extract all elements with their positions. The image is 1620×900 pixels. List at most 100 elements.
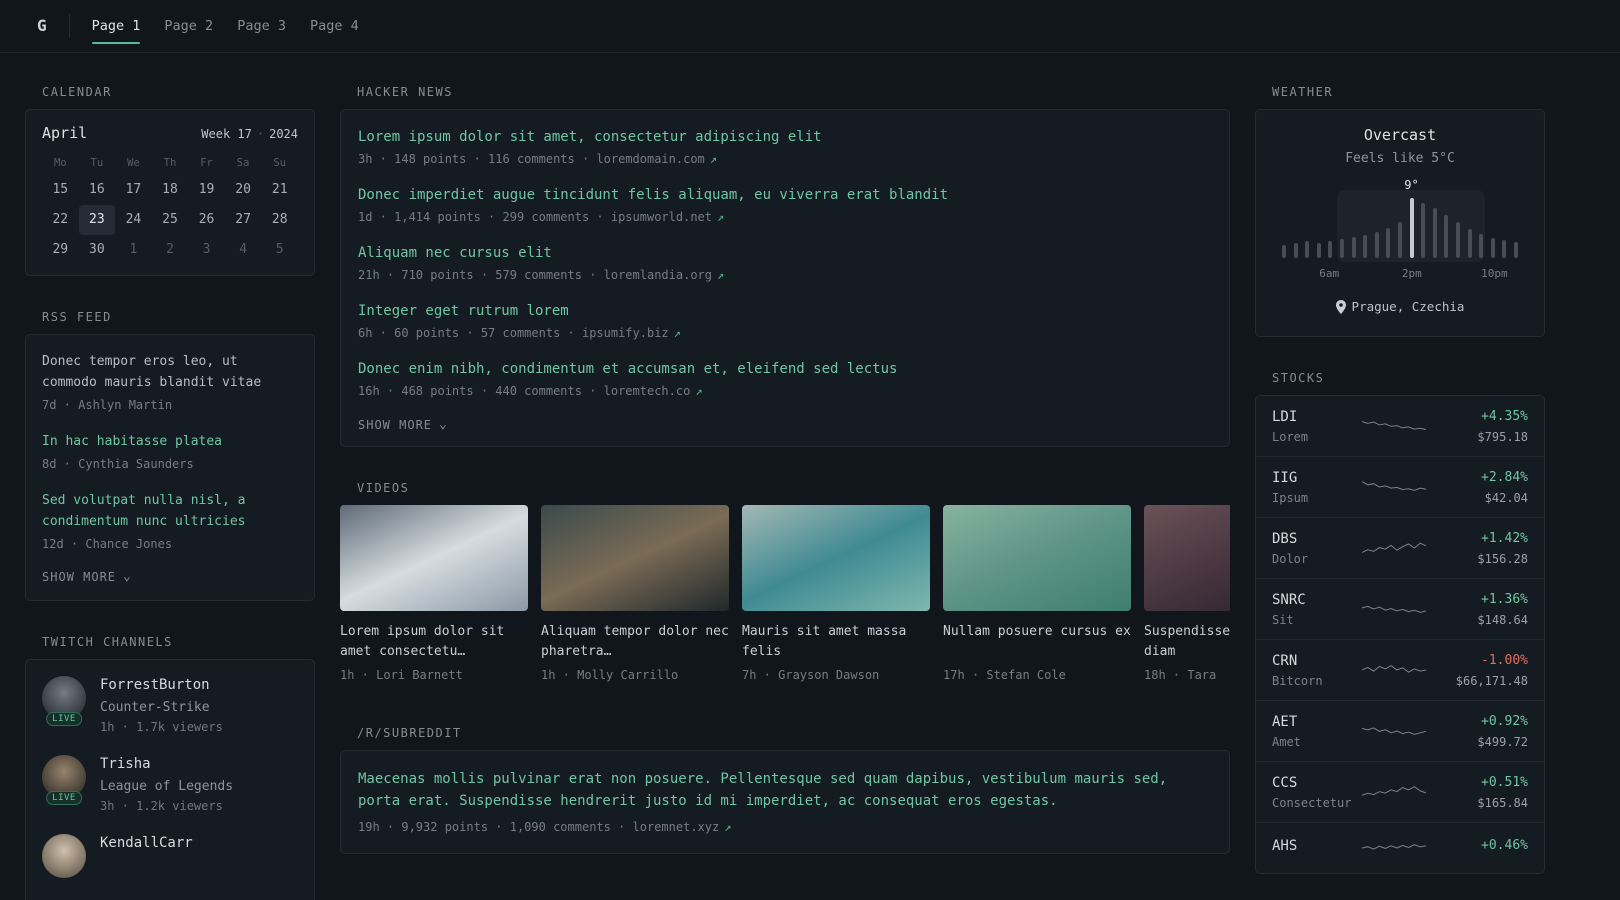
video-card[interactable]: Aliquam tempor dolor nec pharetra… 1h · M… — [541, 505, 729, 682]
hackernews-widget: HACKER NEWS Lorem ipsum dolor sit amet, … — [340, 85, 1230, 447]
video-thumbnail — [340, 505, 528, 611]
external-link-icon[interactable]: ↗ — [717, 210, 724, 224]
main-content: CALENDAR April Week 17 · 2024 Mo Tu We Th Fr Sa… — [0, 53, 1620, 900]
stock-name: Consectetur — [1272, 795, 1352, 810]
video-thumbnail — [742, 505, 930, 611]
stock-symbol: LDI — [1272, 408, 1298, 425]
weather-bar — [1479, 234, 1484, 258]
external-link-icon[interactable]: ↗ — [674, 326, 681, 340]
calendar-day: 28 — [271, 212, 288, 227]
video-card[interactable]: Suspendisse vestibulum diam 18h · Tara — [1144, 505, 1230, 682]
weather-location: Prague, Czechia — [1335, 299, 1465, 314]
app-logo[interactable]: G — [25, 14, 70, 38]
sparkline-chart — [1362, 843, 1426, 850]
live-badge: LIVE — [46, 791, 82, 805]
channel-game: League of Legends — [100, 779, 234, 794]
external-link-icon[interactable]: ↗ — [710, 152, 717, 166]
weather-bar — [1305, 241, 1310, 258]
video-title[interactable]: Nullam posuere cursus ex — [943, 622, 1131, 662]
twitch-channel[interactable]: LIVE Trisha League of Legends 3h · 1.2k vie… — [42, 755, 298, 813]
stock-row[interactable]: SNRC Sit +1.36% $148.64 — [1256, 577, 1544, 639]
twitch-channel[interactable]: KendallCarr — [42, 834, 298, 878]
weather-hour-label: 6am — [1319, 267, 1340, 280]
stock-price: $165.84 — [1477, 795, 1528, 810]
weather-bar — [1293, 243, 1298, 258]
stock-row[interactable]: IIG Ipsum +2.84% $42.04 — [1256, 455, 1544, 517]
rss-item-title[interactable]: Donec tempor eros leo, ut commodo mauris… — [42, 351, 298, 393]
tab-page-2[interactable]: Page 2 — [164, 12, 213, 40]
stock-price: $156.28 — [1477, 551, 1528, 566]
tab-page-3[interactable]: Page 3 — [237, 12, 286, 40]
twitch-channel[interactable]: LIVE ForrestBurton Counter-Strike 1h · 1.7k… — [42, 676, 298, 734]
calendar-day: 24 — [125, 212, 142, 227]
channel-name[interactable]: ForrestBurton — [100, 676, 223, 695]
hn-item-info: 21h · 710 points · 579 comments · loreml… — [358, 268, 713, 282]
rss-item-title[interactable]: Sed volutpat nulla nisl, a condimentum n… — [42, 490, 298, 532]
calendar-day: 21 — [271, 182, 288, 197]
rss-item-title[interactable]: In hac habitasse platea — [42, 431, 298, 452]
weather-location-text: Prague, Czechia — [1351, 299, 1465, 314]
stock-symbol: DBS — [1272, 530, 1298, 547]
channel-name[interactable]: KendallCarr — [100, 834, 193, 853]
stock-row[interactable]: CRN Bitcorn -1.00% $66,171.48 — [1256, 638, 1544, 700]
video-title[interactable]: Mauris sit amet massa felis — [742, 622, 930, 662]
video-card[interactable]: Nullam posuere cursus ex 17h · Stefan Col… — [943, 505, 1131, 682]
external-link-icon[interactable]: ↗ — [695, 384, 702, 398]
hackernews-section-title: HACKER NEWS — [357, 85, 453, 99]
rss-show-more-button[interactable]: SHOW MORE ⌄ — [42, 570, 298, 584]
hn-item-title[interactable]: Aliquam nec cursus elit — [358, 244, 1212, 263]
stock-symbol: AET — [1272, 713, 1298, 730]
calendar-day: 22 — [52, 212, 69, 227]
rss-item-meta: 12d · Chance Jones — [42, 537, 173, 551]
rss-card: Donec tempor eros leo, ut commodo mauris… — [25, 334, 315, 601]
hn-item-title[interactable]: Lorem ipsum dolor sit amet, consectetur … — [358, 128, 1212, 147]
hn-item: Donec imperdiet augue tincidunt felis al… — [358, 186, 1212, 226]
stock-row[interactable]: AET Amet +0.92% $499.72 — [1256, 699, 1544, 761]
external-link-icon[interactable]: ↗ — [717, 268, 724, 282]
stock-id: DBS Dolor — [1272, 530, 1360, 566]
stock-values: +0.51% $165.84 — [1428, 774, 1528, 810]
stock-id: CRN Bitcorn — [1272, 652, 1360, 688]
stock-price: $795.18 — [1477, 429, 1528, 444]
hn-item-title[interactable]: Donec imperdiet augue tincidunt felis al… — [358, 186, 1212, 205]
left-column: CALENDAR April Week 17 · 2024 Mo Tu We Th Fr Sa… — [25, 85, 315, 900]
video-card[interactable]: Mauris sit amet massa felis 7h · Grayson … — [742, 505, 930, 682]
calendar-dow-label: Fr — [200, 157, 213, 169]
video-title[interactable]: Aliquam tempor dolor nec pharetra… — [541, 622, 729, 662]
stock-sparkline — [1360, 657, 1428, 683]
hn-item-title[interactable]: Integer eget rutrum lorem — [358, 302, 1212, 321]
hackernews-show-more-button[interactable]: SHOW MORE ⌄ — [358, 418, 1212, 432]
calendar-header: April Week 17 · 2024 — [42, 124, 298, 142]
subreddit-widget: /R/SUBREDDIT Maecenas mollis pulvinar er… — [340, 726, 1230, 854]
video-title[interactable]: Suspendisse vestibulum diam — [1144, 622, 1230, 662]
video-title[interactable]: Lorem ipsum dolor sit amet consectetu… — [340, 622, 528, 662]
twitch-channel-info: KendallCarr — [100, 834, 193, 878]
hackernews-list: Lorem ipsum dolor sit amet, consectetur … — [358, 128, 1212, 400]
rss-item: In hac habitasse platea 8d · Cynthia Saun… — [42, 431, 298, 473]
tab-page-1[interactable]: Page 1 — [91, 12, 140, 44]
channel-meta: 1h · 1.7k viewers — [100, 720, 223, 734]
stock-sparkline — [1360, 474, 1428, 500]
calendar-widget: CALENDAR April Week 17 · 2024 Mo Tu We Th Fr Sa… — [25, 85, 315, 276]
calendar-day: 19 — [198, 182, 215, 197]
weather-condition: Overcast — [1363, 126, 1437, 144]
weather-hour-label: 10pm — [1481, 267, 1508, 280]
calendar-week-year: Week 17 · 2024 — [201, 127, 298, 141]
stock-price: $499.72 — [1477, 734, 1528, 749]
stock-row[interactable]: LDI Lorem +4.35% $795.18 — [1256, 396, 1544, 456]
stock-row[interactable]: DBS Dolor +1.42% $156.28 — [1256, 516, 1544, 578]
stock-name: Ipsum — [1272, 490, 1309, 505]
right-column: WEATHER Overcast Feels like 5°C 9° 6am 2p… — [1255, 85, 1545, 900]
stock-values: +4.35% $795.18 — [1428, 408, 1528, 444]
stock-change: +2.84% — [1481, 469, 1528, 485]
stock-row[interactable]: AHS +0.46% — [1256, 821, 1544, 873]
stock-row[interactable]: CCS Consectetur +0.51% $165.84 — [1256, 760, 1544, 822]
rss-list: Donec tempor eros leo, ut commodo mauris… — [42, 351, 298, 553]
channel-name[interactable]: Trisha — [100, 755, 233, 774]
tab-page-4[interactable]: Page 4 — [310, 12, 359, 40]
video-card[interactable]: Lorem ipsum dolor sit amet consectetu… 1h… — [340, 505, 528, 682]
subreddit-post-title[interactable]: Maecenas mollis pulvinar erat non posuer… — [358, 768, 1212, 812]
hn-item-title[interactable]: Donec enim nibh, condimentum et accumsan… — [358, 360, 1212, 379]
weather-bar — [1316, 243, 1321, 258]
show-more-label: SHOW MORE — [358, 418, 433, 432]
